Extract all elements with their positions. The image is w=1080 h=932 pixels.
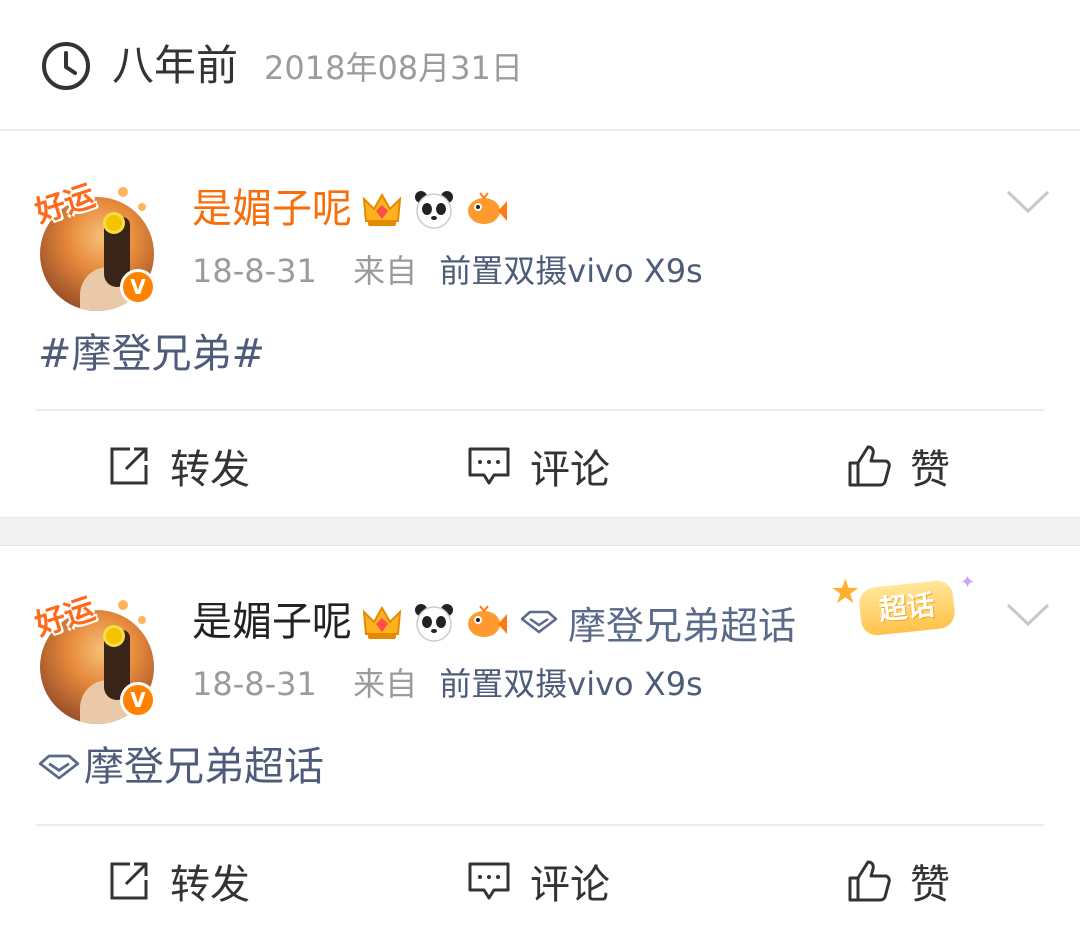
author-name[interactable]: 是媚子呢 (192, 181, 352, 237)
post-meta: 18-8-31 来自 前置双摄vivo X9s (192, 249, 703, 293)
post-content[interactable]: #摩登兄弟# (38, 329, 265, 379)
divider (36, 824, 1044, 826)
avatar[interactable]: 好运 V (31, 591, 156, 724)
relative-time: 八年前 (112, 41, 239, 90)
diamond-icon (38, 754, 80, 780)
panda-icon[interactable] (412, 600, 456, 644)
like-button[interactable]: 赞 (846, 421, 950, 511)
thumbs-up-icon (848, 860, 891, 902)
supertopic-pill: 超话 (857, 579, 957, 637)
comment-button[interactable]: 评论 (466, 421, 610, 511)
fish-icon[interactable] (464, 600, 508, 644)
crown-icon[interactable] (360, 187, 404, 231)
feed-separator (0, 517, 1080, 546)
post-meta: 18-8-31 来自 前置双摄vivo X9s (192, 662, 703, 706)
supertopic-badge: ★ 超话 ✦ (830, 572, 990, 652)
fish-icon[interactable] (464, 187, 508, 231)
sparkle-icon: ✦ (960, 572, 976, 593)
crown-icon[interactable] (360, 600, 404, 644)
comment-label: 评论 (530, 862, 610, 908)
post-card[interactable]: 好运 V 是媚子呢 摩登兄弟超话 ★ 超话 ✦ 18-8-31 来自 前置双摄v… (0, 546, 1080, 932)
post-card[interactable]: 好运 V 是媚子呢 18-8-31 来自 前置双摄vivo X9s #摩登兄弟#… (0, 133, 1080, 517)
author-row: 是媚子呢 (192, 181, 508, 237)
from-label: 来自 (353, 665, 418, 703)
post-content[interactable]: 摩登兄弟超话 (38, 742, 324, 792)
repost-label: 转发 (170, 447, 250, 493)
comment-icon (468, 447, 510, 485)
supertopic-link[interactable]: 摩登兄弟超话 (520, 595, 796, 650)
post-time: 18-8-31 (192, 252, 317, 290)
repost-button[interactable]: 转发 (106, 421, 250, 511)
comment-label: 评论 (530, 447, 610, 493)
verified-badge: V (120, 682, 156, 718)
supertopic-name: 摩登兄弟超话 (568, 603, 797, 648)
action-bar: 转发 评论 赞 (0, 421, 1080, 511)
like-label: 赞 (910, 447, 950, 493)
thumbs-up-icon (848, 445, 891, 487)
divider (36, 409, 1044, 411)
author-name[interactable]: 是媚子呢 (192, 594, 352, 650)
verified-badge: V (120, 269, 156, 305)
timeline-header: 八年前 2018年08月31日 (0, 0, 1080, 131)
repost-label: 转发 (170, 862, 250, 908)
chevron-down-icon[interactable] (1006, 189, 1050, 215)
comment-button[interactable]: 评论 (466, 836, 610, 926)
chevron-down-icon[interactable] (1006, 602, 1050, 628)
diamond-icon (520, 610, 558, 634)
panda-icon[interactable] (412, 187, 456, 231)
comment-icon (468, 862, 510, 900)
repost-icon (110, 447, 148, 485)
supertopic-link[interactable]: 摩登兄弟超话 (84, 742, 324, 792)
from-label: 来自 (353, 252, 418, 290)
star-icon: ★ (830, 572, 861, 612)
post-date: 2018年08月31日 (264, 49, 523, 87)
action-bar: 转发 评论 赞 (0, 836, 1080, 926)
repost-button[interactable]: 转发 (106, 836, 250, 926)
repost-icon (110, 862, 148, 900)
avatar[interactable]: 好运 V (31, 178, 156, 311)
like-button[interactable]: 赞 (846, 836, 950, 926)
hashtag-link[interactable]: #摩登兄弟# (38, 329, 265, 379)
like-label: 赞 (910, 862, 950, 908)
clock-icon (42, 42, 90, 90)
post-time: 18-8-31 (192, 665, 317, 703)
author-row: 是媚子呢 摩登兄弟超话 (192, 594, 796, 650)
device-source[interactable]: 前置双摄vivo X9s (439, 665, 702, 703)
device-source[interactable]: 前置双摄vivo X9s (439, 252, 702, 290)
